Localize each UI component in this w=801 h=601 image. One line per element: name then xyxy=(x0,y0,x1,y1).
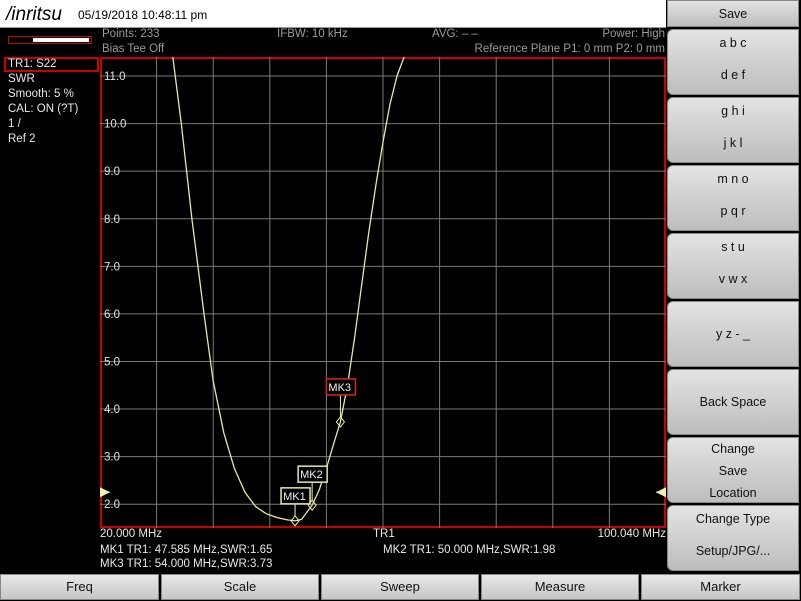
swr-chart: 11.0 10.0 9.0 8.0 7.0 6.0 5.0 4.0 3.0 2.0 MK1 MK2 MK… xyxy=(100,57,666,528)
title-bar: /inritsu 05/19/2018 10:48:11 pm xyxy=(0,0,666,28)
y-tick-label: 2.0 xyxy=(104,499,120,511)
y-tick-label: 8.0 xyxy=(104,214,120,226)
measure-tab[interactable]: Measure xyxy=(481,574,639,600)
mno-pqr-key[interactable]: m n o p q r xyxy=(667,165,799,231)
marker-tab[interactable]: Marker xyxy=(641,574,800,600)
y-tick-label: 9.0 xyxy=(104,166,120,178)
y-tick-label: 10.0 xyxy=(104,119,126,131)
reference-value-label: Ref 2 xyxy=(8,133,36,145)
marker-label-mk3: MK3 xyxy=(328,382,351,394)
marker-3-readout: MK3 TR1: 54.000 MHz,SWR:3.73 xyxy=(100,558,273,570)
trace-label: TR1: S22 xyxy=(8,58,57,70)
scale-per-div-label: 1 / xyxy=(8,118,21,130)
y-tick-label: 3.0 xyxy=(104,452,120,464)
jkl-label: j k l xyxy=(723,136,743,150)
sweep-tab[interactable]: Sweep xyxy=(321,574,479,600)
reference-plane-label: Reference Plane P1: 0 mm P2: 0 mm xyxy=(474,43,665,55)
mno-label: m n o xyxy=(717,172,749,186)
change-type-button[interactable]: Change Type Setup/JPG/... xyxy=(667,505,799,571)
avg-label: AVG: – – xyxy=(432,28,478,40)
back-space-button[interactable]: Back Space xyxy=(667,369,799,435)
stu-label: s t u xyxy=(721,240,745,254)
stop-frequency: 100.040 MHz xyxy=(597,528,666,540)
bias-tee-label: Bias Tee Off xyxy=(102,43,165,55)
y-tick-label: 4.0 xyxy=(104,404,120,416)
ghi-label: g h i xyxy=(721,104,745,118)
status-indicator xyxy=(8,36,92,44)
datetime: 05/19/2018 10:48:11 pm xyxy=(78,8,208,22)
trace-line-tr1 xyxy=(172,57,405,522)
y-tick-label: 5.0 xyxy=(104,356,120,368)
setup-jpg-label: Setup/JPG/... xyxy=(695,544,771,558)
marker-1-readout: MK1 TR1: 47.585 MHz,SWR:1.65 xyxy=(100,544,273,556)
cal-label: CAL: ON (?T) xyxy=(8,103,79,115)
change-type-label: Change Type xyxy=(695,512,771,526)
scale-tab[interactable]: Scale xyxy=(161,574,319,600)
marker-label-mk1: MK1 xyxy=(283,491,306,503)
abc-def-key[interactable]: a b c d e f xyxy=(667,29,799,95)
y-tick-label: 11.0 xyxy=(104,71,126,83)
marker-label-mk2: MK2 xyxy=(300,469,323,481)
abc-label: a b c xyxy=(719,36,747,50)
points-label: Points: 233 xyxy=(102,28,160,40)
pqr-label: p q r xyxy=(720,204,746,218)
trace-center-label: TR1 xyxy=(373,528,395,540)
smooth-label: Smooth: 5 % xyxy=(8,88,74,100)
change-save-location-button[interactable]: Change Save Location xyxy=(667,437,799,503)
start-frequency: 20.000 MHz xyxy=(100,528,163,540)
anritsu-logo: /inritsu xyxy=(6,4,62,25)
yz-key[interactable]: y z - _ xyxy=(667,301,799,367)
freq-tab[interactable]: Freq xyxy=(0,574,159,600)
def-label: d e f xyxy=(720,68,746,82)
change-save-location-line-2: Save xyxy=(718,464,748,478)
change-save-location-line-3: Location xyxy=(709,486,757,500)
vwx-label: v w x xyxy=(718,272,748,286)
power-label: Power: High xyxy=(602,28,665,40)
y-tick-label: 6.0 xyxy=(104,309,120,321)
save-menu-title: Save xyxy=(667,0,799,27)
ifbw-label: IFBW: 10 kHz xyxy=(277,28,348,40)
y-tick-label: 7.0 xyxy=(104,261,120,273)
ghi-jkl-key[interactable]: g h i j k l xyxy=(667,97,799,163)
marker-2-readout: MK2 TR1: 50.000 MHz,SWR:1.98 xyxy=(383,544,556,556)
stu-vwx-key[interactable]: s t u v w x xyxy=(667,233,799,299)
change-save-location-line-1: Change xyxy=(711,442,755,456)
format-label: SWR xyxy=(8,73,35,85)
